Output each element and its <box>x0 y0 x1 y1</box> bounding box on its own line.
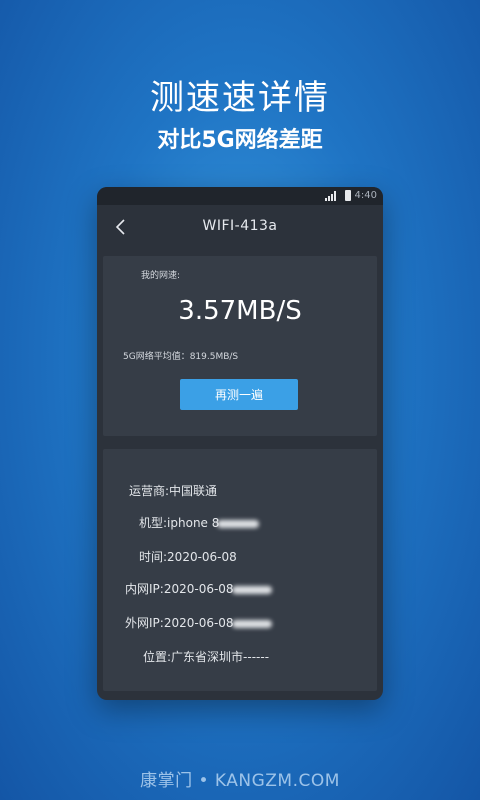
status-time: 4:40 <box>354 190 377 201</box>
nav-bar: WIFI-413a <box>97 205 383 249</box>
redacted-blur <box>231 619 272 628</box>
info-wan-ip: 外网IP:2020-06-08 <box>125 614 272 631</box>
info-card: 运营商:中国联通 机型:iphone 8 时间:2020-06-08 内网IP:… <box>103 449 377 691</box>
info-lan-ip: 内网IP:2020-06-08 <box>125 580 272 597</box>
redacted-blur <box>231 585 272 594</box>
redacted-blur <box>217 519 260 528</box>
promo-headline: 测速速详情 <box>150 78 330 118</box>
status-bar: 4:40 <box>97 187 383 205</box>
promo-subline: 对比5G网络差距 <box>157 128 323 153</box>
speed-value: 3.57MB/S <box>178 296 302 326</box>
average-speed-label: 5G网络平均值：819.5MB/S <box>123 352 239 362</box>
info-model: 机型:iphone 8 <box>139 514 260 531</box>
battery-icon <box>345 190 351 201</box>
speed-card: 我的网速: 3.57MB/S 5G网络平均值：819.5MB/S 再测一遍 <box>103 256 377 436</box>
nav-title: WIFI-413a <box>202 218 278 234</box>
my-speed-label: 我的网速: <box>141 271 181 281</box>
retest-button[interactable]: 再测一遍 <box>180 379 298 410</box>
watermark: 康掌门 • KANGZM.COM <box>140 771 340 791</box>
info-time: 时间:2020-06-08 <box>139 550 237 564</box>
info-carrier: 运营商:中国联通 <box>129 484 218 498</box>
phone-screen: 4:40 WIFI-413a 我的网速: 3.57MB/S 5G网络平均值：81… <box>97 187 383 700</box>
signal-icon <box>325 191 336 201</box>
info-location: 位置:广东省深圳市------ <box>143 650 270 664</box>
